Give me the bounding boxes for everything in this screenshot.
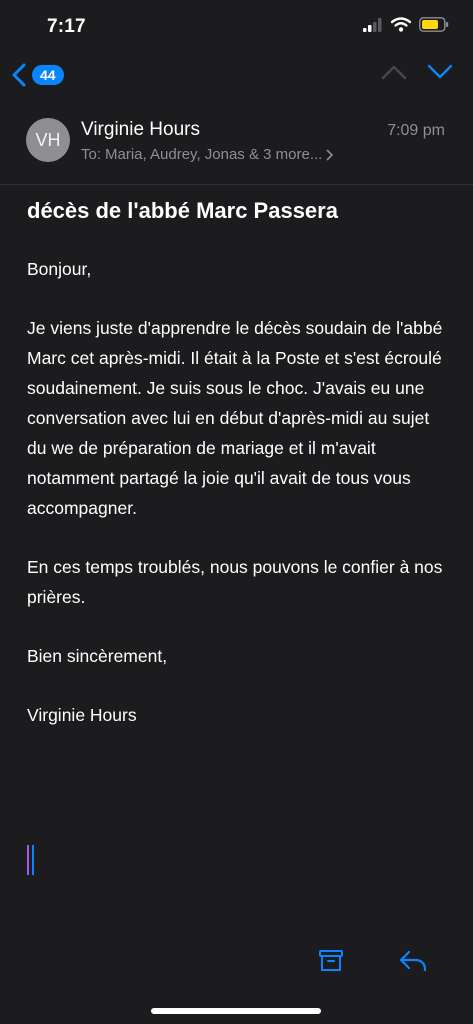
body-paragraph: En ces temps troublés, nous pouvons le c… bbox=[27, 557, 443, 607]
body-paragraph: Je viens juste d'apprendre le décès soud… bbox=[27, 318, 443, 518]
body-paragraph: Virginie Hours bbox=[27, 705, 137, 725]
chevron-left-icon bbox=[12, 63, 26, 87]
email-body: Bonjour, Je viens juste d'apprendre le d… bbox=[27, 254, 452, 759]
status-icons bbox=[363, 17, 449, 32]
avatar[interactable]: VH bbox=[26, 118, 70, 162]
status-bar: 7:17 bbox=[0, 0, 473, 50]
recipients-list: Maria, Audrey, Jonas & 3 more... bbox=[105, 146, 323, 163]
reply-icon[interactable] bbox=[398, 948, 428, 974]
message-navigation bbox=[381, 64, 453, 80]
bottom-toolbar bbox=[0, 940, 473, 984]
recipients-line[interactable]: To: Maria, Audrey, Jonas & 3 more... bbox=[81, 146, 334, 163]
nav-bar: 44 bbox=[0, 52, 473, 100]
battery-icon bbox=[419, 17, 449, 32]
to-label: To: bbox=[81, 146, 102, 163]
unread-count-badge: 44 bbox=[32, 65, 64, 85]
email-subject: décès de l'abbé Marc Passera bbox=[27, 198, 338, 223]
chevron-down-icon[interactable] bbox=[427, 64, 453, 80]
body-paragraph: Bien sincèrement, bbox=[27, 646, 168, 666]
signal-icon bbox=[363, 17, 382, 32]
message-header: VH Virginie Hours To: Maria, Audrey, Jon… bbox=[0, 104, 473, 185]
back-button[interactable]: 44 bbox=[12, 63, 64, 87]
archive-icon[interactable] bbox=[318, 948, 344, 974]
message-time: 7:09 pm bbox=[387, 122, 445, 139]
home-indicator[interactable] bbox=[151, 1008, 321, 1014]
status-time: 7:17 bbox=[47, 16, 86, 37]
wifi-icon bbox=[391, 17, 411, 32]
quote-marker bbox=[27, 845, 34, 875]
body-paragraph: Bonjour, bbox=[27, 259, 92, 279]
chevron-right-icon bbox=[327, 149, 334, 160]
chevron-up-icon[interactable] bbox=[381, 64, 407, 80]
sender-name[interactable]: Virginie Hours bbox=[81, 119, 200, 141]
